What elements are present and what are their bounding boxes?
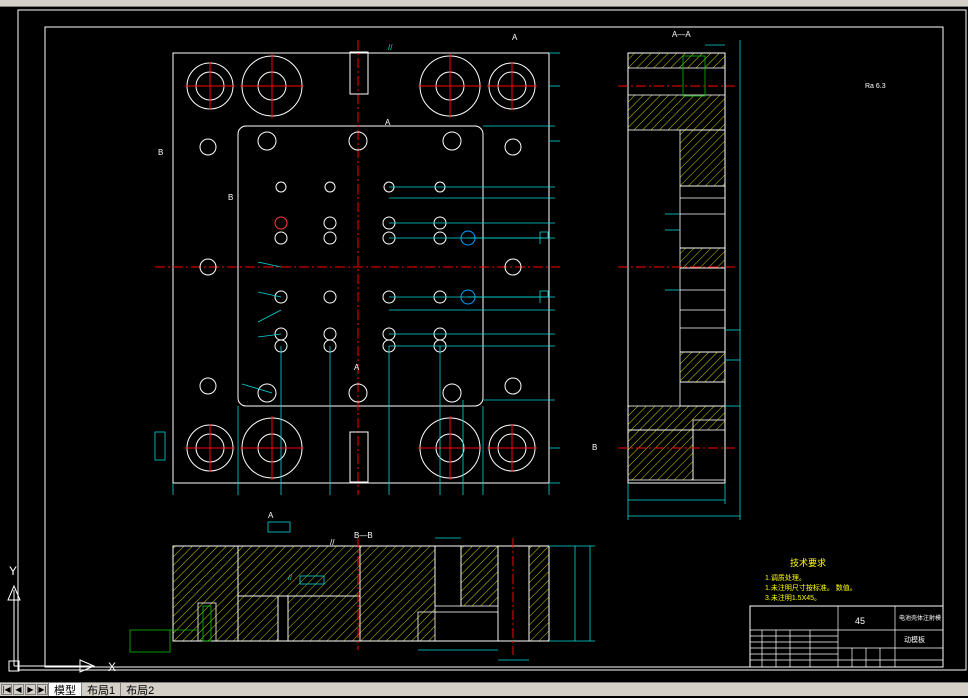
bb-title: B—B bbox=[354, 531, 373, 540]
tolerance-symbol-1: // bbox=[388, 43, 393, 52]
plan-section-markers: A B B A A B // bbox=[158, 33, 597, 452]
tech-line-2: 1.未注明尺寸按标准。 数值。 bbox=[765, 583, 857, 592]
aa-title: A—A bbox=[672, 30, 691, 39]
plan-view: A B B A A B // bbox=[154, 33, 597, 495]
sprue-slot-top bbox=[349, 51, 369, 95]
title-block: 45 电池壳体注射模 动模板 bbox=[749, 605, 944, 668]
tab-model[interactable]: 模型 bbox=[48, 683, 81, 697]
drawing-name: 动模板 bbox=[904, 635, 925, 644]
side-view-aa: A—A bbox=[618, 30, 741, 520]
roughness-note: Ra 6.3 bbox=[865, 83, 886, 90]
sprue-slot-bottom bbox=[349, 431, 369, 483]
first-tab-button[interactable]: |◀ bbox=[1, 684, 12, 695]
bb-view-a: A bbox=[268, 511, 274, 520]
section-b-left: B bbox=[158, 148, 163, 157]
technical-notes: 技术要求 1.调质处理。 1.未注明尺寸按标准。 数值。 3.未注明1.5X45… bbox=[765, 83, 886, 602]
last-tab-button[interactable]: ▶| bbox=[37, 684, 48, 695]
mold-plate-outline bbox=[172, 52, 550, 484]
ucs-y-label: Y bbox=[9, 564, 17, 578]
section-a-bottom: A bbox=[354, 363, 360, 372]
tech-line-3: 3.未注明1.5X45。 bbox=[765, 593, 821, 602]
next-tab-button[interactable]: ▶ bbox=[25, 684, 36, 695]
section-a-top: A bbox=[512, 33, 518, 42]
prev-tab-button[interactable]: ◀ bbox=[13, 684, 24, 695]
ucs-icon: Y X bbox=[7, 564, 116, 674]
tech-title: 技术要求 bbox=[790, 557, 826, 568]
ucs-x-label: X bbox=[108, 660, 116, 674]
section-a-mid: A bbox=[385, 118, 391, 127]
tech-line-1: 1.调质处理。 bbox=[765, 573, 806, 582]
bottom-view-bb: B—B A // // bbox=[129, 511, 595, 661]
bb-hatched-regions bbox=[172, 545, 550, 642]
material-label: 45 bbox=[855, 616, 865, 626]
layout-tab-bar: |◀ ◀ ▶ ▶| 模型 布局1 布局2 bbox=[0, 682, 968, 697]
section-b-mid: B bbox=[228, 193, 233, 202]
section-b-right: B bbox=[592, 443, 597, 452]
tab-layout-1[interactable]: 布局1 bbox=[81, 683, 120, 697]
tab-layout-2[interactable]: 布局2 bbox=[120, 683, 159, 697]
cad-drawing-canvas[interactable]: A B B A A B // A—A B—B A // 技术要求 1.调质处理。… bbox=[0, 0, 968, 695]
part-name: 电池壳体注射模 bbox=[899, 614, 941, 622]
